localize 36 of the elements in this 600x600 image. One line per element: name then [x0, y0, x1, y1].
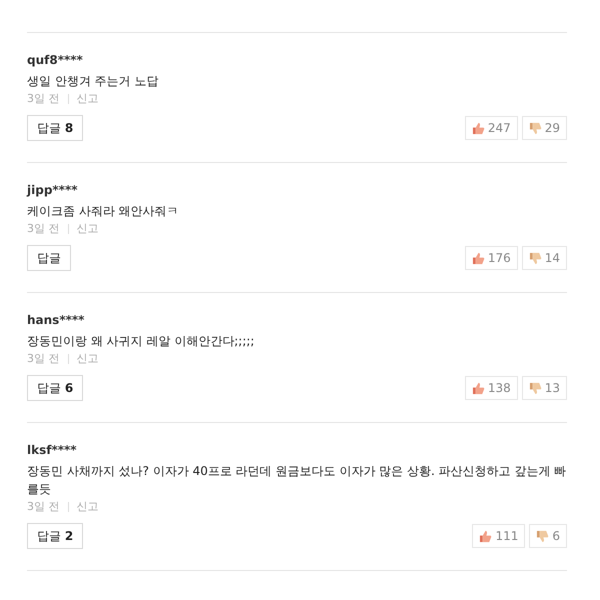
thumbs-up-icon	[472, 122, 485, 134]
thumbs-down-icon	[536, 530, 550, 542]
reply-button[interactable]: 답글 2	[27, 523, 84, 549]
timestamp: 3일 전	[27, 91, 60, 107]
thumbs-up-icon	[479, 530, 492, 542]
like-button[interactable]: 176	[464, 246, 518, 270]
username: hans****	[27, 312, 86, 328]
thumbs-down-icon	[528, 122, 542, 134]
like-button[interactable]: 138	[464, 376, 518, 400]
reply-button[interactable]: 답글 8	[27, 115, 84, 141]
timestamp: 3일 전	[27, 351, 60, 367]
report-link[interactable]: 신고	[76, 351, 98, 367]
reply-button[interactable]: 답글 6	[27, 375, 84, 401]
username: quf8****	[27, 52, 84, 68]
like-button[interactable]: 247	[464, 116, 518, 140]
comment-text: 케이크좀 사줘라 왜안사줘ㅋ	[27, 203, 180, 220]
thumbs-down-icon	[528, 252, 542, 264]
timestamp: 3일 전	[27, 499, 60, 515]
comment-text: 장동민이랑 왜 사귀지 레알 이해안간다;;;;;	[27, 333, 256, 350]
timestamp: 3일 전	[27, 221, 60, 237]
thumbs-up-icon	[472, 252, 485, 264]
report-link[interactable]: 신고	[76, 499, 98, 515]
dislike-button[interactable]: 13	[522, 376, 567, 400]
dislike-button[interactable]: 29	[522, 116, 567, 140]
reply-button[interactable]: 답글	[27, 245, 71, 271]
thumbs-down-icon	[528, 382, 542, 394]
like-button[interactable]: 111	[472, 524, 526, 548]
comment-text: 생일 안챙겨 주는거 노답	[27, 73, 160, 90]
username: lksf****	[27, 442, 78, 458]
report-link[interactable]: 신고	[76, 221, 98, 237]
username: jipp****	[27, 182, 79, 198]
dislike-button[interactable]: 6	[529, 524, 567, 548]
dislike-button[interactable]: 14	[522, 246, 567, 270]
comment-text: 장동민 사채까지 섰나? 이자가 40프로 라던데 원금보다도 이자가 많은 상황. 파산신청하고 갚는게 빠를듯	[27, 463, 567, 498]
thumbs-up-icon	[472, 382, 485, 394]
report-link[interactable]: 신고	[76, 91, 98, 107]
